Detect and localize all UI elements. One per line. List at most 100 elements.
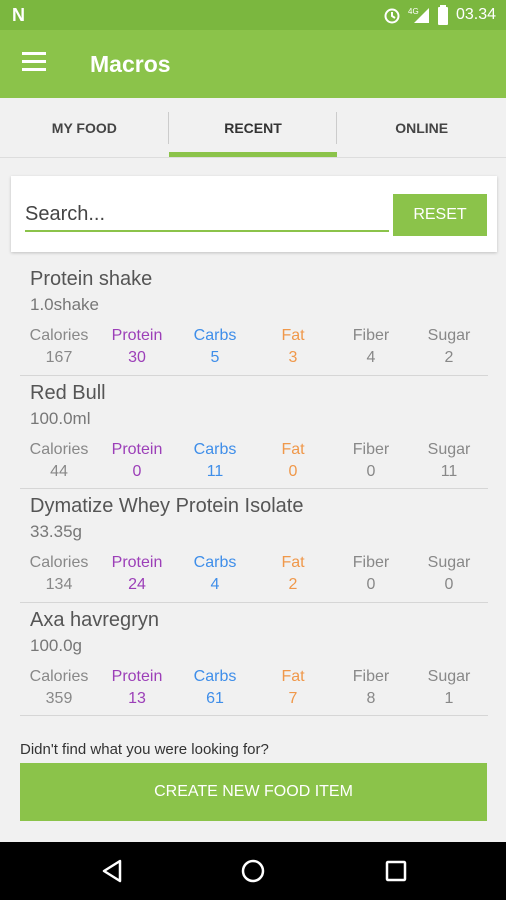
macro-label: Fiber: [352, 667, 390, 685]
macro-label: Carbs: [193, 667, 237, 685]
macro-carbs: Carbs 4: [176, 552, 254, 596]
macro-label: Protein: [111, 667, 163, 685]
macro-value: 4: [366, 349, 376, 366]
macro-value: 11: [440, 462, 458, 480]
navigation-bar: [0, 842, 506, 900]
food-amount: 1.0shake: [30, 295, 99, 314]
macro-label: Sugar: [427, 327, 471, 344]
macro-value: 359: [45, 689, 73, 707]
reset-button[interactable]: RESET: [393, 194, 487, 236]
macro-label: Fiber: [352, 554, 390, 571]
macro-protein: Protein 30: [98, 325, 176, 369]
create-food-item-button[interactable]: CREATE NEW FOOD ITEM: [20, 763, 487, 821]
macro-label: Sugar: [427, 554, 471, 571]
macro-value: 0: [444, 576, 454, 593]
macro-fat: Fat 0: [254, 439, 332, 483]
hamburger-menu-icon[interactable]: [22, 52, 48, 76]
macro-fiber: Fiber 8: [332, 666, 410, 710]
macro-label: Calories: [29, 327, 89, 344]
macro-value: 5: [210, 349, 220, 366]
tab-recent[interactable]: RECENT: [168, 98, 338, 157]
macro-value: 44: [50, 462, 68, 480]
macro-label: Carbs: [193, 554, 237, 571]
macro-fiber: Fiber 0: [332, 439, 410, 483]
macro-calories: Calories 167: [20, 325, 98, 369]
food-amount: 33.35g: [30, 522, 82, 541]
macro-row: Calories 44 Protein 0 Carbs 11 Fat 0 Fiber 0 …: [20, 439, 488, 483]
food-name: Axa havregryn: [30, 608, 159, 631]
macro-fat: Fat 7: [254, 666, 332, 710]
macro-protein: Protein 24: [98, 552, 176, 596]
macro-sugar: Sugar 11: [410, 439, 488, 483]
home-nav-icon[interactable]: [223, 842, 283, 900]
macro-label: Carbs: [193, 327, 237, 344]
macro-label: Calories: [29, 440, 89, 458]
food-amount: 100.0ml: [30, 408, 91, 428]
macro-label: Fat: [281, 440, 305, 458]
macro-value: 24: [128, 576, 146, 593]
macro-fiber: Fiber 4: [332, 325, 410, 369]
macro-value: 8: [366, 689, 376, 707]
macro-label: Calories: [29, 667, 89, 685]
macro-label: Fat: [281, 327, 305, 344]
food-name: Red Bull: [30, 381, 106, 404]
macro-value: 0: [132, 462, 142, 480]
tab-my-food[interactable]: MY FOOD: [0, 98, 169, 157]
recent-apps-nav-icon[interactable]: [366, 842, 426, 900]
food-amount: 100.0g: [30, 635, 82, 655]
status-bar: N 4G 03.34: [0, 0, 506, 30]
macro-value: 2: [288, 576, 298, 593]
macro-label: Fat: [281, 554, 305, 571]
macro-sugar: Sugar 2: [410, 325, 488, 369]
macro-protein: Protein 13: [98, 666, 176, 710]
macro-value: 1: [444, 689, 454, 707]
food-list-item[interactable]: Axa havregryn 100.0g Calories 359 Protein…: [20, 603, 488, 716]
macro-value: 134: [45, 576, 73, 593]
food-list-item[interactable]: Red Bull 100.0ml Calories 44 Protein 0 Car…: [20, 376, 488, 489]
macro-label: Protein: [111, 554, 163, 571]
macro-row: Calories 167 Protein 30 Carbs 5 Fat 3 Fiber 4…: [20, 325, 488, 369]
food-list-item[interactable]: Dymatize Whey Protein Isolate 33.35g Cal…: [20, 489, 488, 603]
search-input[interactable]: [25, 198, 389, 232]
macro-label: Sugar: [427, 440, 471, 458]
battery-icon: [437, 5, 448, 25]
tab-label: MY FOOD: [51, 120, 117, 136]
macro-carbs: Carbs 11: [176, 439, 254, 483]
app-bar: Macros: [0, 30, 506, 98]
tab-label: RECENT: [224, 120, 282, 136]
tab-bar: MY FOOD RECENT ONLINE: [0, 98, 506, 158]
food-list-item[interactable]: Protein shake 1.0shake Calories 167 Prote…: [20, 262, 488, 376]
macro-label: Sugar: [427, 667, 471, 685]
tab-label: ONLINE: [395, 120, 449, 136]
macro-label: Fiber: [352, 327, 390, 344]
macro-fiber: Fiber 0: [332, 552, 410, 596]
macro-protein: Protein 0: [98, 439, 176, 483]
macro-value: 11: [206, 462, 224, 480]
macro-sugar: Sugar 0: [410, 552, 488, 596]
macro-value: 0: [288, 462, 298, 480]
status-icons: 4G 03.34: [383, 5, 496, 25]
status-time: 03.34: [455, 6, 496, 23]
macro-value: 7: [288, 689, 298, 707]
food-list: Protein shake 1.0shake Calories 167 Prote…: [20, 262, 488, 716]
macro-value: 61: [206, 689, 224, 707]
macro-calories: Calories 359: [20, 666, 98, 710]
macro-label: Protein: [111, 440, 163, 458]
macro-label: Fat: [281, 667, 305, 685]
macro-calories: Calories 44: [20, 439, 98, 483]
not-found-text: Didn't find what you were looking for?: [20, 741, 269, 758]
macro-fat: Fat 2: [254, 552, 332, 596]
notification-n-icon: N: [12, 5, 25, 25]
food-name: Protein shake: [30, 268, 153, 290]
macro-value: 13: [128, 689, 146, 707]
search-card: RESET: [11, 176, 497, 252]
macro-fat: Fat 3: [254, 325, 332, 369]
signal-icon: 4G: [408, 7, 429, 23]
tab-online[interactable]: ONLINE: [337, 98, 506, 157]
macro-value: 3: [288, 349, 298, 366]
macro-value: 0: [366, 576, 376, 593]
back-nav-icon[interactable]: [82, 842, 142, 900]
svg-text:4G: 4G: [408, 7, 419, 16]
macro-sugar: Sugar 1: [410, 666, 488, 710]
app-title: Macros: [90, 51, 171, 77]
